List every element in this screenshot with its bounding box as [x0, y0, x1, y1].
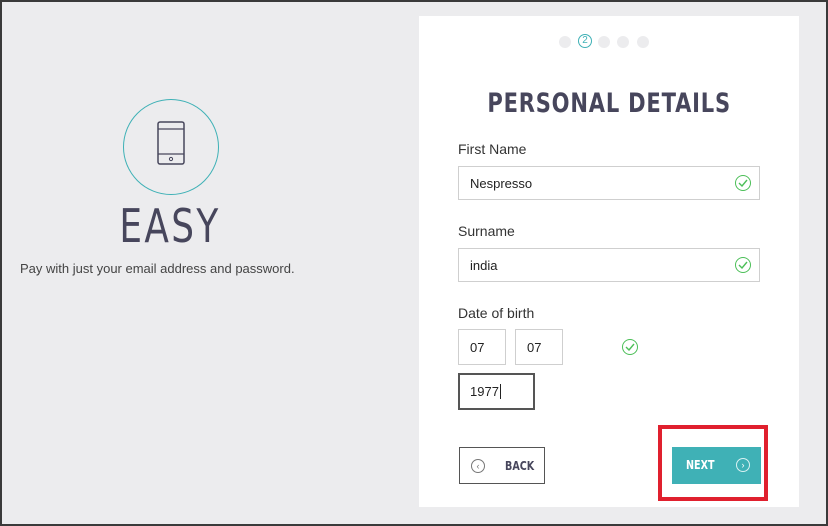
promo-badge — [123, 99, 219, 195]
dob-month-value: 07 — [527, 340, 542, 355]
promo-title: EASY — [119, 199, 221, 253]
surname-input[interactable]: india — [458, 248, 760, 282]
page-frame: EASY Pay with just your email address an… — [0, 0, 828, 526]
step-dot — [617, 36, 629, 48]
next-button-label: NEXT — [686, 458, 715, 472]
back-button-label: BACK — [505, 459, 535, 473]
smartphone-icon — [157, 121, 185, 165]
text-cursor — [499, 384, 501, 399]
back-button[interactable]: ‹ BACK — [459, 447, 545, 484]
dob-day-value: 07 — [470, 340, 485, 355]
surname-value: india — [470, 258, 498, 273]
step-dot — [598, 36, 610, 48]
dob-year-value: 1977 — [470, 384, 499, 399]
first-name-value: Nespresso — [470, 176, 533, 191]
dob-year-input[interactable]: 1977 — [458, 373, 535, 410]
chevron-right-icon: › — [736, 458, 750, 472]
dob-day-input[interactable]: 07 — [458, 329, 506, 365]
first-name-valid-check-icon — [735, 175, 751, 191]
dob-month-input[interactable]: 07 — [515, 329, 563, 365]
step-dot-current: 2 — [578, 34, 592, 48]
dob-label: Date of birth — [458, 305, 535, 321]
dob-valid-check-icon — [622, 339, 638, 355]
first-name-label: First Name — [458, 141, 527, 157]
promo-description: Pay with just your email address and pas… — [20, 261, 295, 276]
surname-valid-check-icon — [735, 257, 751, 273]
form-title: PERSONAL DETAILS — [487, 88, 731, 119]
step-dot — [637, 36, 649, 48]
surname-label: Surname — [458, 223, 515, 239]
next-button[interactable]: NEXT › — [672, 447, 761, 484]
personal-details-card: 2 PERSONAL DETAILS First Name Nespresso … — [419, 16, 799, 507]
step-dot — [559, 36, 571, 48]
chevron-left-icon: ‹ — [471, 459, 485, 473]
first-name-input[interactable]: Nespresso — [458, 166, 760, 200]
